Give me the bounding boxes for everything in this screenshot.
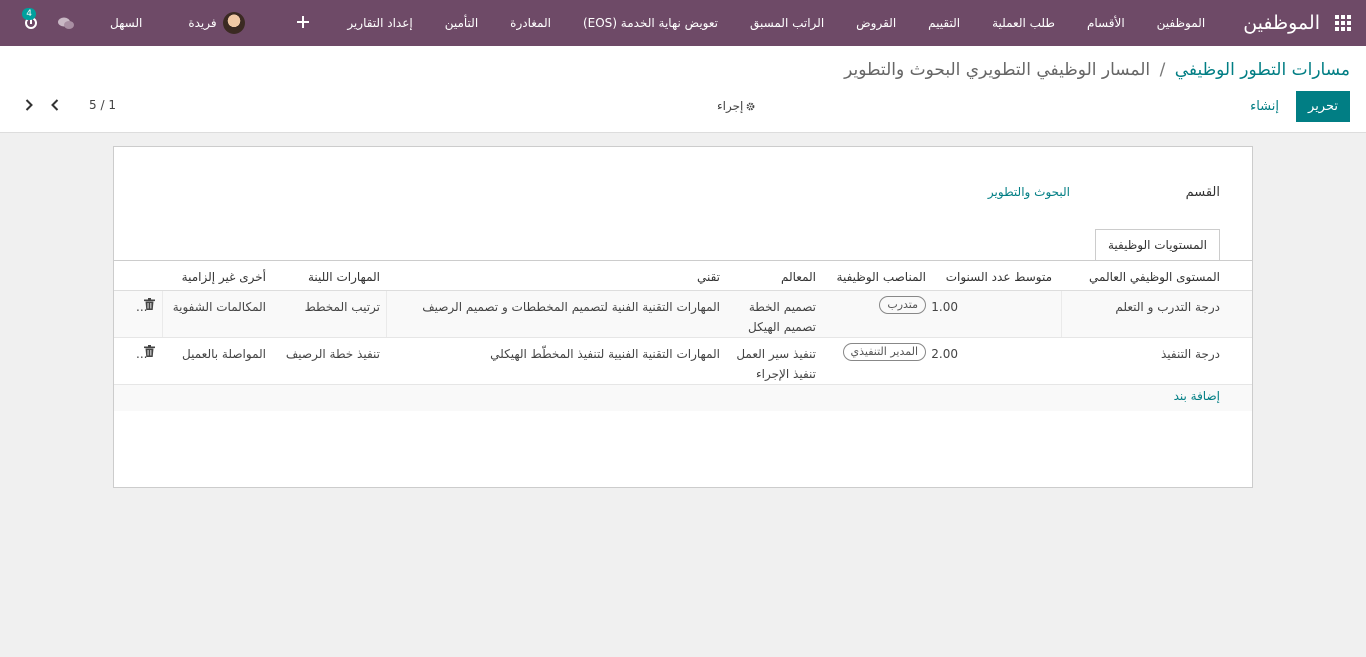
row-features: تصميم الخطة تصميم الهيكل [748, 291, 816, 337]
pager-value[interactable]: 1 / 5 [89, 98, 116, 112]
table-header: المستوى الوظيفي العالمي متوسط عدد السنوا… [114, 261, 1252, 291]
row-position: متدرب [879, 291, 926, 314]
pager-nav [24, 98, 60, 112]
user-menu[interactable]: فريدة [188, 12, 245, 34]
column-header-other[interactable]: أخرى غير إلزامية [182, 261, 266, 287]
activity-icon[interactable]: 4 [22, 8, 38, 30]
row-features: تنفيذ سير العمل تنفيذ الإجراء [736, 338, 816, 384]
position-tag: متدرب [879, 296, 926, 314]
chat-icon[interactable] [58, 17, 74, 30]
breadcrumb-current: المسار الوظيفي التطويري البحوث والتطوير [844, 60, 1151, 80]
menu-item-eos[interactable]: تعويض نهاية الخدمة (EOS) [567, 16, 734, 30]
column-header-soft-skills[interactable]: المهارات اللينة [308, 261, 380, 287]
table-row[interactable]: درجة التدرب و التعلم 1.00 متدرب تصميم ال… [114, 291, 1252, 338]
quick-create-icon[interactable] [297, 15, 310, 31]
column-header-years[interactable]: متوسط عدد السنوات [946, 261, 1052, 287]
row-soft-skills: تنفيذ خطة الرصيف [285, 347, 380, 361]
add-line-row: إضافة بند [114, 385, 1252, 411]
top-navbar: الموظفين الموظفين الأقسام طلب العملية ال… [0, 0, 1366, 46]
column-header-features[interactable]: المعالم [781, 261, 816, 287]
feature-line: تصميم الخطة [748, 300, 816, 314]
company-switcher[interactable]: السهل [110, 16, 142, 30]
add-line-link[interactable]: إضافة بند [1174, 389, 1220, 403]
feature-line: تصميم الهيكل [748, 320, 816, 334]
row-years: 1.00 [931, 300, 958, 314]
menu-item-appraisal[interactable]: التقييم [912, 16, 976, 30]
row-level: درجة التدرب و التعلم [1115, 300, 1220, 314]
column-header-level[interactable]: المستوى الوظيفي العالمي [1089, 261, 1220, 287]
position-tag: المدير التنفيذي [842, 343, 926, 361]
breadcrumb-parent[interactable]: مسارات التطور الوظيفي [1175, 60, 1350, 80]
action-dropdown[interactable]: إجراء [717, 99, 755, 113]
row-other: المواصلة بالعميل [182, 347, 266, 361]
feature-line: تنفيذ الإجراء [756, 367, 816, 381]
column-header-technical[interactable]: تقني [697, 261, 720, 287]
table-row[interactable]: درجة التنفيذ 2.00 المدير التنفيذي تنفيذ … [114, 338, 1252, 385]
apps-menu-icon[interactable] [1320, 0, 1366, 46]
app-brand[interactable]: الموظفين [1243, 12, 1320, 34]
tab-job-levels[interactable]: المستويات الوظيفية [1094, 229, 1220, 261]
row-technical: المهارات التقنية الفنية لتصميم المخططات … [422, 300, 720, 314]
row-more[interactable]: ... [136, 338, 147, 364]
row-years: 2.00 [931, 347, 958, 361]
row-more[interactable]: ... [136, 291, 147, 317]
menu-item-requests[interactable]: طلب العملية [976, 16, 1071, 30]
menu-item-insurance[interactable]: التأمين [429, 16, 494, 30]
breadcrumb-separator: / [1159, 60, 1166, 80]
department-label: القسم [1185, 185, 1220, 200]
row-other: المكالمات الشفوية [172, 300, 266, 314]
menu-item-departure[interactable]: المغادرة [494, 16, 567, 30]
column-header-positions[interactable]: المناصب الوظيفية [837, 261, 926, 287]
main-menu: الموظفين الأقسام طلب العملية التقييم الق… [331, 16, 1221, 30]
action-label: إجراء [717, 99, 744, 113]
menu-item-loans[interactable]: القروض [840, 16, 912, 30]
form-sheet: القسم البحوث والتطوير المستويات الوظيفية… [113, 146, 1253, 488]
chevron-right-icon[interactable] [24, 98, 34, 112]
menu-item-advance-salary[interactable]: الراتب المسبق [734, 16, 840, 30]
row-level: درجة التنفيذ [1160, 347, 1220, 361]
department-value[interactable]: البحوث والتطوير [988, 185, 1070, 199]
menu-item-reporting[interactable]: إعداد التقارير [331, 16, 428, 30]
row-soft-skills: ترتيب المخطط [304, 300, 380, 314]
gear-icon [746, 102, 755, 110]
job-levels-table: المستوى الوظيفي العالمي متوسط عدد السنوا… [114, 261, 1252, 411]
row-position: المدير التنفيذي [842, 338, 926, 361]
create-button[interactable]: إنشاء [1238, 91, 1291, 122]
user-name: فريدة [188, 16, 217, 30]
edit-button[interactable]: تحرير [1296, 91, 1350, 122]
chevron-left-icon[interactable] [50, 98, 60, 112]
feature-line: تنفيذ سير العمل [736, 347, 816, 361]
menu-item-departments[interactable]: الأقسام [1071, 16, 1141, 30]
activity-count-badge: 4 [22, 8, 36, 20]
control-panel: مسارات التطور الوظيفي / المسار الوظيفي ا… [0, 46, 1366, 133]
avatar [222, 12, 245, 34]
menu-item-employees[interactable]: الموظفين [1141, 16, 1222, 30]
breadcrumb: مسارات التطور الوظيفي / المسار الوظيفي ا… [844, 60, 1350, 80]
row-technical: المهارات التقنية الفنيية لتنفيذ المخطّط … [490, 347, 720, 361]
